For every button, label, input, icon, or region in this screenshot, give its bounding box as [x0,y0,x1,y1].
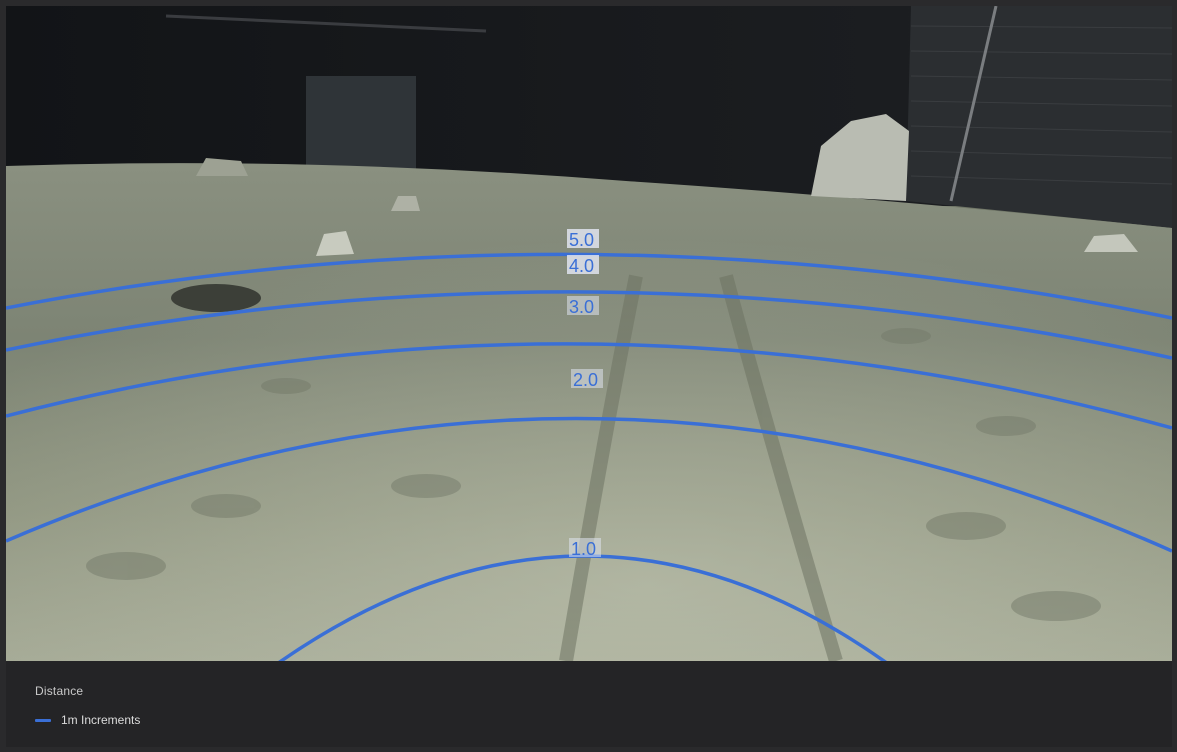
ring-label-1: 1.0 [571,539,596,559]
legend: Distance 1m Increments [6,661,1172,747]
legend-title: Distance [35,684,84,698]
ring-label-2: 2.0 [573,370,598,390]
brick-wall [906,6,1172,228]
crater-shadow [171,284,261,312]
legend-item-label: 1m Increments [61,713,141,727]
camera-feed-svg: 5.0 4.0 3.0 2.0 1.0 [6,6,1172,661]
legend-item: 1m Increments [35,712,140,728]
camera-feed: 5.0 4.0 3.0 2.0 1.0 [6,6,1172,661]
camera-panel: 5.0 4.0 3.0 2.0 1.0 Distance 1m Incremen… [0,0,1177,752]
ring-label-5: 5.0 [569,230,594,250]
ring-label-4: 4.0 [569,256,594,276]
ring-label-3: 3.0 [569,297,594,317]
curtain [306,76,416,176]
legend-swatch-icon [35,718,51,722]
